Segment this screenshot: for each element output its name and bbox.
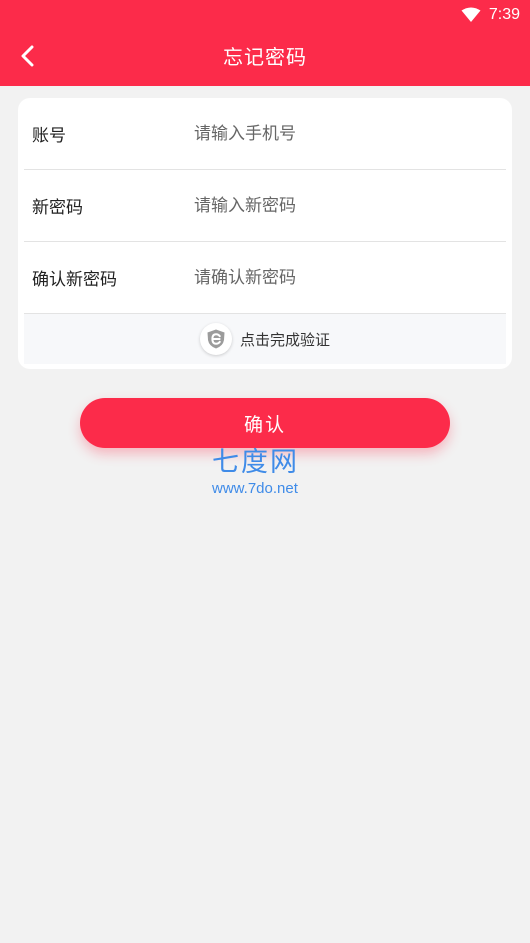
navbar: 忘记密码: [0, 30, 530, 80]
verify-label: 点击完成验证: [239, 330, 330, 349]
back-button[interactable]: [12, 40, 44, 72]
watermark-url: www.7do.net: [212, 480, 298, 497]
confirm-password-label: 确认新密码: [32, 270, 117, 290]
chevron-left-icon: [21, 45, 34, 67]
confirm-button[interactable]: 确认: [80, 398, 450, 448]
account-label: 账号: [32, 126, 66, 146]
new-password-input[interactable]: [194, 185, 506, 226]
watermark-title: 七度网: [212, 447, 299, 478]
status-time: 7:39: [488, 6, 520, 23]
confirm-password-row: 确认新密码: [24, 242, 506, 314]
confirm-password-input[interactable]: [194, 257, 506, 298]
page-title: 忘记密码: [223, 44, 307, 69]
wifi-icon: [461, 7, 481, 22]
new-password-label: 新密码: [32, 198, 83, 218]
status-bar: 7:39: [461, 4, 520, 26]
verify-button[interactable]: 点击完成验证: [24, 314, 506, 364]
account-row: 账号: [24, 98, 506, 170]
watermark-logo: 七度网 www.7do.net: [212, 446, 322, 498]
shield-icon: [199, 323, 232, 355]
app-header: 7:39 忘记密码: [0, 0, 530, 86]
new-password-row: 新密码: [24, 170, 506, 242]
phone-input[interactable]: [194, 113, 506, 154]
form-card: 账号 新密码 确认新密码 点击完成验证: [18, 98, 512, 369]
